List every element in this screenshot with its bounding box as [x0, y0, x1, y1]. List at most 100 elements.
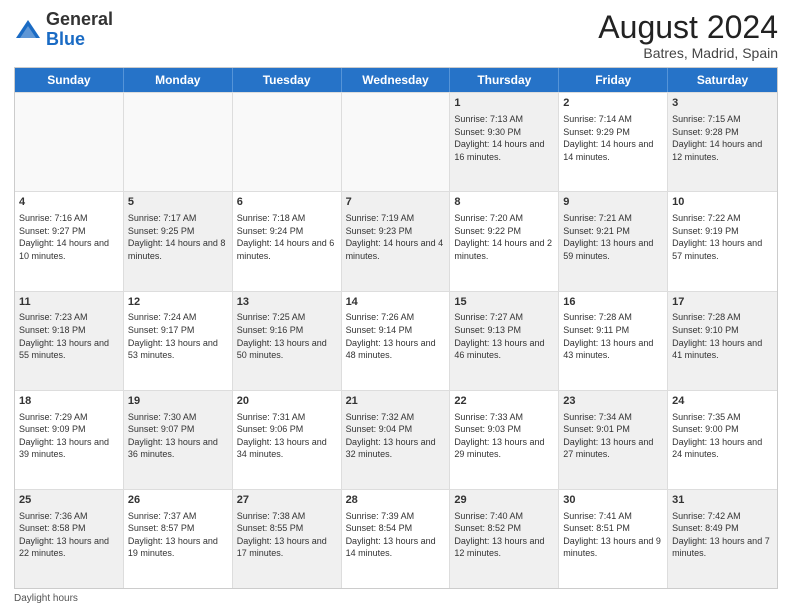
week-row-1: 1 Sunrise: 7:13 AMSunset: 9:30 PMDaylight…	[15, 92, 777, 191]
cal-cell-w5-d4: 28 Sunrise: 7:39 AMSunset: 8:54 PMDayligh…	[342, 490, 451, 588]
calendar-header-row: SundayMondayTuesdayWednesdayThursdayFrid…	[15, 68, 777, 92]
day-num-14: 14	[346, 295, 446, 310]
week-row-3: 11Sunrise: 7:23 AMSunset: 9:18 PMDayligh…	[15, 291, 777, 390]
cell-text-1: Sunrise: 7:13 AMSunset: 9:30 PMDaylight:…	[454, 113, 554, 163]
cal-cell-w3-d4: 14Sunrise: 7:26 AMSunset: 9:14 PMDayligh…	[342, 292, 451, 390]
cal-cell-w3-d1: 11Sunrise: 7:23 AMSunset: 9:18 PMDayligh…	[15, 292, 124, 390]
cal-cell-w2-d2: 5 Sunrise: 7:17 AMSunset: 9:25 PMDaylight…	[124, 192, 233, 290]
cal-cell-w4-d3: 20 Sunrise: 7:31 AMSunset: 9:06 PMDayligh…	[233, 391, 342, 489]
cell-text-2: Sunrise: 7:14 AMSunset: 9:29 PMDaylight:…	[563, 113, 663, 163]
cal-cell-w1-d5: 1 Sunrise: 7:13 AMSunset: 9:30 PMDaylight…	[450, 93, 559, 191]
cell-text-15: Sunrise: 7:27 AMSunset: 9:13 PMDaylight:…	[454, 311, 554, 361]
day-num-28: 28	[346, 493, 446, 508]
day-num-31: 31	[672, 493, 773, 508]
day-num-11: 11	[19, 295, 119, 310]
cell-text-9: Sunrise: 7:21 AMSunset: 9:21 PMDaylight:…	[563, 212, 663, 262]
logo-blue-text: Blue	[46, 29, 85, 49]
page: General Blue August 2024 Batres, Madrid,…	[0, 0, 792, 612]
cell-text-7: Sunrise: 7:19 AMSunset: 9:23 PMDaylight:…	[346, 212, 446, 262]
header-day-tuesday: Tuesday	[233, 68, 342, 92]
cal-cell-w3-d5: 15Sunrise: 7:27 AMSunset: 9:13 PMDayligh…	[450, 292, 559, 390]
cal-cell-w1-d6: 2 Sunrise: 7:14 AMSunset: 9:29 PMDaylight…	[559, 93, 668, 191]
day-num-8: 8	[454, 195, 554, 210]
cell-text-28: Sunrise: 7:39 AMSunset: 8:54 PMDaylight:…	[346, 510, 446, 560]
cal-cell-w3-d2: 12Sunrise: 7:24 AMSunset: 9:17 PMDayligh…	[124, 292, 233, 390]
day-num-18: 18	[19, 394, 119, 409]
cell-text-29: Sunrise: 7:40 AMSunset: 8:52 PMDaylight:…	[454, 510, 554, 560]
cal-cell-w1-d4	[342, 93, 451, 191]
cal-cell-w2-d7: 10 Sunrise: 7:22 AMSunset: 9:19 PMDayligh…	[668, 192, 777, 290]
location: Batres, Madrid, Spain	[598, 45, 778, 61]
cal-cell-w1-d1	[15, 93, 124, 191]
cal-cell-w2-d4: 7 Sunrise: 7:19 AMSunset: 9:23 PMDaylight…	[342, 192, 451, 290]
cell-text-21: Sunrise: 7:32 AMSunset: 9:04 PMDaylight:…	[346, 411, 446, 461]
cell-text-17: Sunrise: 7:28 AMSunset: 9:10 PMDaylight:…	[672, 311, 773, 361]
cell-text-14: Sunrise: 7:26 AMSunset: 9:14 PMDaylight:…	[346, 311, 446, 361]
cal-cell-w3-d7: 17Sunrise: 7:28 AMSunset: 9:10 PMDayligh…	[668, 292, 777, 390]
day-num-6: 6	[237, 195, 337, 210]
calendar-body: 1 Sunrise: 7:13 AMSunset: 9:30 PMDaylight…	[15, 92, 777, 588]
cell-text-5: Sunrise: 7:17 AMSunset: 9:25 PMDaylight:…	[128, 212, 228, 262]
cal-cell-w2-d1: 4Sunrise: 7:16 AMSunset: 9:27 PMDaylight…	[15, 192, 124, 290]
cal-cell-w5-d1: 25Sunrise: 7:36 AMSunset: 8:58 PMDayligh…	[15, 490, 124, 588]
header-day-sunday: Sunday	[15, 68, 124, 92]
cell-text-26: Sunrise: 7:37 AMSunset: 8:57 PMDaylight:…	[128, 510, 228, 560]
day-num-16: 16	[563, 295, 663, 310]
cal-cell-w4-d2: 19Sunrise: 7:30 AMSunset: 9:07 PMDayligh…	[124, 391, 233, 489]
cell-text-11: Sunrise: 7:23 AMSunset: 9:18 PMDaylight:…	[19, 311, 119, 361]
day-num-19: 19	[128, 394, 228, 409]
logo-general-text: General	[46, 9, 113, 29]
logo: General Blue	[14, 10, 113, 50]
header-day-friday: Friday	[559, 68, 668, 92]
cell-text-24: Sunrise: 7:35 AMSunset: 9:00 PMDaylight:…	[672, 411, 773, 461]
cal-cell-w2-d5: 8Sunrise: 7:20 AMSunset: 9:22 PMDaylight…	[450, 192, 559, 290]
day-num-10: 10	[672, 195, 773, 210]
cell-text-10: Sunrise: 7:22 AMSunset: 9:19 PMDaylight:…	[672, 212, 773, 262]
cal-cell-w3-d3: 13Sunrise: 7:25 AMSunset: 9:16 PMDayligh…	[233, 292, 342, 390]
cal-cell-w2-d3: 6 Sunrise: 7:18 AMSunset: 9:24 PMDaylight…	[233, 192, 342, 290]
header: General Blue August 2024 Batres, Madrid,…	[14, 10, 778, 61]
week-row-5: 25Sunrise: 7:36 AMSunset: 8:58 PMDayligh…	[15, 489, 777, 588]
day-num-2: 2	[563, 96, 663, 111]
day-num-15: 15	[454, 295, 554, 310]
footer-note: Daylight hours	[14, 593, 778, 604]
month-year: August 2024	[598, 10, 778, 45]
cal-cell-w4-d7: 24 Sunrise: 7:35 AMSunset: 9:00 PMDayligh…	[668, 391, 777, 489]
header-day-monday: Monday	[124, 68, 233, 92]
cal-cell-w5-d3: 27 Sunrise: 7:38 AMSunset: 8:55 PMDayligh…	[233, 490, 342, 588]
cal-cell-w5-d7: 31 Sunrise: 7:42 AMSunset: 8:49 PMDayligh…	[668, 490, 777, 588]
day-num-24: 24	[672, 394, 773, 409]
cal-cell-w1-d2	[124, 93, 233, 191]
day-num-26: 26	[128, 493, 228, 508]
cell-text-30: Sunrise: 7:41 AMSunset: 8:51 PMDaylight:…	[563, 510, 663, 560]
day-num-1: 1	[454, 96, 554, 111]
day-num-4: 4	[19, 195, 119, 210]
cal-cell-w3-d6: 16Sunrise: 7:28 AMSunset: 9:11 PMDayligh…	[559, 292, 668, 390]
cell-text-20: Sunrise: 7:31 AMSunset: 9:06 PMDaylight:…	[237, 411, 337, 461]
cal-cell-w1-d3	[233, 93, 342, 191]
cal-cell-w4-d6: 23Sunrise: 7:34 AMSunset: 9:01 PMDayligh…	[559, 391, 668, 489]
day-num-20: 20	[237, 394, 337, 409]
day-num-27: 27	[237, 493, 337, 508]
day-num-22: 22	[454, 394, 554, 409]
cal-cell-w4-d4: 21Sunrise: 7:32 AMSunset: 9:04 PMDayligh…	[342, 391, 451, 489]
day-num-17: 17	[672, 295, 773, 310]
cell-text-22: Sunrise: 7:33 AMSunset: 9:03 PMDaylight:…	[454, 411, 554, 461]
cal-cell-w5-d2: 26 Sunrise: 7:37 AMSunset: 8:57 PMDayligh…	[124, 490, 233, 588]
logo-icon	[14, 16, 42, 44]
cell-text-23: Sunrise: 7:34 AMSunset: 9:01 PMDaylight:…	[563, 411, 663, 461]
cell-text-3: Sunrise: 7:15 AMSunset: 9:28 PMDaylight:…	[672, 113, 773, 163]
cell-text-6: Sunrise: 7:18 AMSunset: 9:24 PMDaylight:…	[237, 212, 337, 262]
day-num-7: 7	[346, 195, 446, 210]
day-num-3: 3	[672, 96, 773, 111]
cell-text-27: Sunrise: 7:38 AMSunset: 8:55 PMDaylight:…	[237, 510, 337, 560]
header-day-saturday: Saturday	[668, 68, 777, 92]
day-num-5: 5	[128, 195, 228, 210]
cal-cell-w5-d5: 29Sunrise: 7:40 AMSunset: 8:52 PMDayligh…	[450, 490, 559, 588]
week-row-4: 18Sunrise: 7:29 AMSunset: 9:09 PMDayligh…	[15, 390, 777, 489]
cal-cell-w2-d6: 9Sunrise: 7:21 AMSunset: 9:21 PMDaylight…	[559, 192, 668, 290]
cal-cell-w4-d1: 18Sunrise: 7:29 AMSunset: 9:09 PMDayligh…	[15, 391, 124, 489]
cell-text-31: Sunrise: 7:42 AMSunset: 8:49 PMDaylight:…	[672, 510, 773, 560]
header-day-thursday: Thursday	[450, 68, 559, 92]
week-row-2: 4Sunrise: 7:16 AMSunset: 9:27 PMDaylight…	[15, 191, 777, 290]
